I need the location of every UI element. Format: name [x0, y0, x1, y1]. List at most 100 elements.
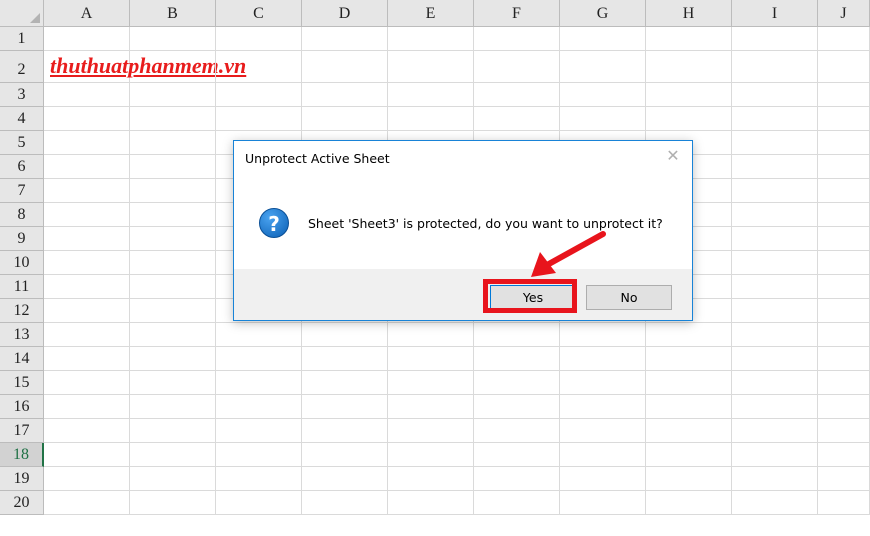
cell[interactable]	[302, 51, 388, 83]
cell[interactable]	[388, 395, 474, 419]
cell[interactable]	[732, 491, 818, 515]
row-header[interactable]: 9	[0, 227, 44, 251]
cell[interactable]	[302, 371, 388, 395]
cell[interactable]	[474, 371, 560, 395]
cell[interactable]	[732, 203, 818, 227]
cell[interactable]	[44, 179, 130, 203]
select-all-corner[interactable]	[0, 0, 44, 27]
row-header[interactable]: 4	[0, 107, 44, 131]
cell[interactable]	[818, 227, 870, 251]
cell[interactable]	[44, 299, 130, 323]
cell[interactable]	[732, 323, 818, 347]
cell[interactable]	[130, 107, 216, 131]
cell[interactable]	[216, 51, 302, 83]
cell[interactable]	[732, 83, 818, 107]
cell[interactable]	[216, 107, 302, 131]
cell[interactable]	[818, 27, 870, 51]
row-header[interactable]: 11	[0, 275, 44, 299]
row-header[interactable]: 17	[0, 419, 44, 443]
cell[interactable]	[388, 467, 474, 491]
column-header-c[interactable]: C	[216, 0, 302, 27]
cell[interactable]	[388, 27, 474, 51]
cell[interactable]	[44, 371, 130, 395]
cell[interactable]	[44, 203, 130, 227]
no-button[interactable]: No	[586, 285, 672, 310]
cell[interactable]	[560, 27, 646, 51]
cell[interactable]	[646, 467, 732, 491]
cell[interactable]	[646, 83, 732, 107]
cell[interactable]	[44, 491, 130, 515]
cell[interactable]	[44, 419, 130, 443]
cell[interactable]	[646, 491, 732, 515]
cell[interactable]	[818, 203, 870, 227]
cell[interactable]	[302, 323, 388, 347]
row-header[interactable]: 2	[0, 51, 44, 83]
cell[interactable]	[216, 395, 302, 419]
row-header[interactable]: 7	[0, 179, 44, 203]
cell[interactable]	[130, 131, 216, 155]
cell[interactable]	[474, 323, 560, 347]
cell[interactable]	[130, 323, 216, 347]
row-header[interactable]: 1	[0, 27, 44, 51]
cell[interactable]	[302, 27, 388, 51]
row-header[interactable]: 10	[0, 251, 44, 275]
cell[interactable]	[818, 443, 870, 467]
cell[interactable]	[560, 467, 646, 491]
cell[interactable]	[302, 83, 388, 107]
cell[interactable]	[388, 83, 474, 107]
cell[interactable]	[474, 83, 560, 107]
cell[interactable]	[732, 467, 818, 491]
cell[interactable]	[44, 323, 130, 347]
cell[interactable]	[474, 491, 560, 515]
column-header-g[interactable]: G	[560, 0, 646, 27]
cell[interactable]	[44, 27, 130, 51]
cell[interactable]	[130, 299, 216, 323]
cell[interactable]	[302, 395, 388, 419]
column-header-h[interactable]: H	[646, 0, 732, 27]
cell[interactable]	[818, 107, 870, 131]
cell[interactable]	[44, 155, 130, 179]
cell[interactable]	[474, 27, 560, 51]
cell[interactable]	[732, 107, 818, 131]
cell[interactable]	[130, 27, 216, 51]
cell[interactable]	[216, 419, 302, 443]
row-header[interactable]: 12	[0, 299, 44, 323]
column-header-e[interactable]: E	[388, 0, 474, 27]
cell[interactable]	[646, 323, 732, 347]
cell[interactable]	[646, 107, 732, 131]
cell[interactable]	[560, 323, 646, 347]
cell[interactable]	[302, 107, 388, 131]
cell[interactable]	[818, 323, 870, 347]
cell[interactable]	[474, 443, 560, 467]
cell[interactable]	[560, 419, 646, 443]
cell[interactable]	[732, 27, 818, 51]
cell[interactable]	[130, 275, 216, 299]
cell[interactable]	[388, 443, 474, 467]
column-header-f[interactable]: F	[474, 0, 560, 27]
column-header-i[interactable]: I	[732, 0, 818, 27]
cell[interactable]	[44, 251, 130, 275]
cell[interactable]	[216, 323, 302, 347]
cell[interactable]	[302, 347, 388, 371]
cell[interactable]	[216, 443, 302, 467]
cell[interactable]	[216, 491, 302, 515]
cell[interactable]	[818, 179, 870, 203]
row-header[interactable]: 14	[0, 347, 44, 371]
column-header-d[interactable]: D	[302, 0, 388, 27]
cell[interactable]	[130, 443, 216, 467]
cell[interactable]	[130, 419, 216, 443]
cell[interactable]	[560, 347, 646, 371]
cell[interactable]	[732, 155, 818, 179]
row-header[interactable]: 13	[0, 323, 44, 347]
cell[interactable]	[560, 83, 646, 107]
cell[interactable]	[130, 51, 216, 83]
cell[interactable]	[818, 83, 870, 107]
cell[interactable]	[560, 51, 646, 83]
cell[interactable]	[388, 371, 474, 395]
cell[interactable]	[732, 443, 818, 467]
cell[interactable]	[474, 347, 560, 371]
cell[interactable]	[44, 131, 130, 155]
cell[interactable]	[818, 395, 870, 419]
cell[interactable]	[44, 443, 130, 467]
cell[interactable]	[388, 347, 474, 371]
